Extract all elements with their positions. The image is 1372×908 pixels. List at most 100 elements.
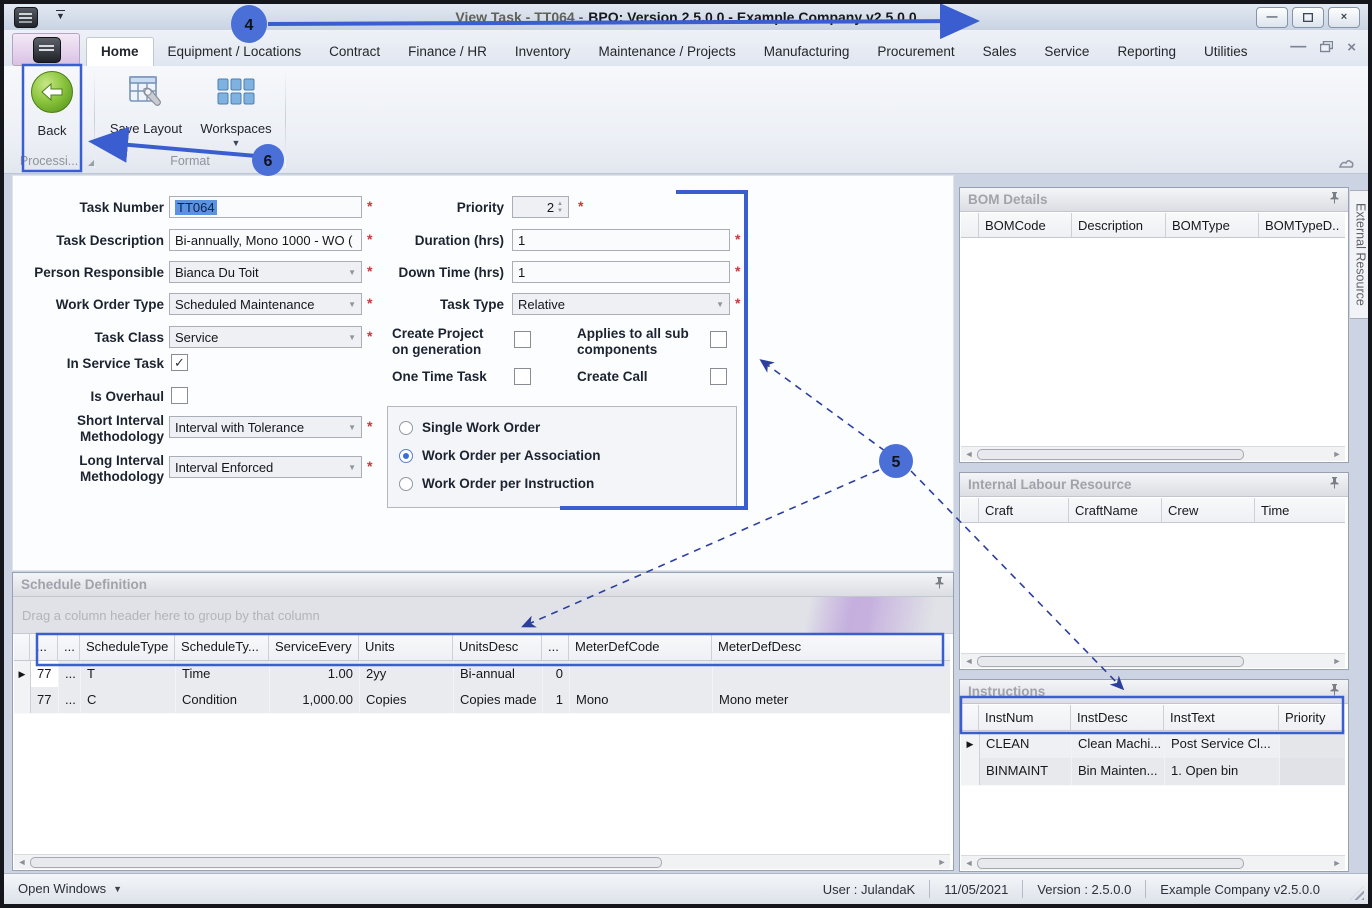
column-header-meterdefdesc[interactable]: MeterDefDesc [712,634,950,660]
task-class-combo[interactable]: Service ▼ [169,326,362,348]
tab-maintenance-projects[interactable]: Maintenance / Projects [584,38,749,66]
task-description-input[interactable]: Bi-annually, Mono 1000 - WO ( [169,229,362,251]
create-project-checkbox[interactable] [514,331,531,348]
column-header-unitsdesc[interactable]: UnitsDesc [453,634,542,660]
radio-work-order-per-instruction[interactable]: Work Order per Instruction [399,476,594,491]
external-resource-tab[interactable]: External Resource [1350,190,1368,319]
row-indicator [961,758,980,785]
labour-horizontal-scrollbar[interactable]: ◄ ► [961,653,1345,668]
tab-equipment-locations[interactable]: Equipment / Locations [154,38,316,66]
column-header-bomtypedesc[interactable]: BOMTypeD.. [1259,213,1345,237]
instructions-row-1[interactable]: ▶ CLEAN Clean Machi... Post Service Cl..… [961,731,1345,759]
column-header-instdesc[interactable]: InstDesc [1071,705,1164,730]
tab-home[interactable]: Home [86,37,154,66]
scrollbar-thumb[interactable] [977,857,1244,869]
maximize-button[interactable] [1292,7,1324,28]
pin-icon[interactable] [1329,477,1340,492]
column-header-scheduletydesc[interactable]: ScheduleTy... [175,634,269,660]
scrollbar-thumb[interactable] [30,856,662,868]
tab-service[interactable]: Service [1030,38,1103,66]
tab-reporting[interactable]: Reporting [1103,38,1190,66]
tab-manufacturing[interactable]: Manufacturing [750,38,864,66]
column-header-craft[interactable]: Craft [979,498,1069,522]
scroll-right-icon[interactable]: ► [1329,656,1345,666]
column-header[interactable]: ... [58,634,80,660]
save-layout-button[interactable]: Save Layout [104,73,188,136]
group-dialog-launcher-icon[interactable]: ◢ [88,158,94,167]
tab-finance-hr[interactable]: Finance / HR [394,38,501,66]
minimize-button[interactable]: — [1256,7,1288,28]
column-header-serviceevery[interactable]: ServiceEvery [269,634,359,660]
scrollbar-thumb[interactable] [977,448,1244,460]
pin-icon[interactable] [1329,684,1340,699]
resize-grip[interactable] [1350,886,1364,900]
radio-single-work-order[interactable]: Single Work Order [399,420,540,435]
create-call-checkbox[interactable] [710,368,727,385]
bom-horizontal-scrollbar[interactable]: ◄ ► [961,446,1345,461]
scroll-right-icon[interactable]: ► [934,857,950,867]
short-interval-methodology-combo[interactable]: Interval with Tolerance ▼ [169,416,362,438]
scroll-left-icon[interactable]: ◄ [961,858,977,868]
back-button[interactable]: Back [26,71,78,138]
schedule-horizontal-scrollbar[interactable]: ◄ ► [14,854,950,869]
one-time-task-checkbox[interactable] [514,368,531,385]
bom-details-title: BOM Details [960,188,1348,212]
column-header-instnum[interactable]: InstNum [979,705,1071,730]
mdi-minimize-button[interactable]: — [1290,38,1306,56]
scroll-left-icon[interactable]: ◄ [961,656,977,666]
task-type-combo[interactable]: Relative ▼ [512,293,730,315]
schedule-row-1[interactable]: ▶ 77 ... T Time 1.00 2yy Bi-annual 0 [14,661,950,688]
pin-icon[interactable] [1329,192,1340,207]
tab-procurement[interactable]: Procurement [863,38,968,66]
radio-work-order-per-association[interactable]: Work Order per Association [399,448,601,463]
tab-contract[interactable]: Contract [315,38,394,66]
column-header-craftname[interactable]: CraftName [1069,498,1162,522]
long-interval-methodology-combo[interactable]: Interval Enforced ▼ [169,456,362,478]
schedule-row-2[interactable]: 77 ... C Condition 1,000.00 Copies Copie… [14,687,950,714]
column-header-priority[interactable]: Priority [1279,705,1345,730]
open-windows-button[interactable]: Open Windows ▼ [18,881,122,896]
tab-inventory[interactable]: Inventory [501,38,585,66]
application-menu-button[interactable] [12,33,80,66]
column-header-meterdefcode[interactable]: MeterDefCode [569,634,712,660]
person-responsible-combo[interactable]: Bianca Du Toit ▼ [169,261,362,283]
workspaces-button[interactable]: Workspaces ▼ [194,73,278,148]
applies-sub-checkbox[interactable] [710,331,727,348]
instructions-row-2[interactable]: BINMAINT Bin Mainten... 1. Open bin [961,758,1345,786]
close-button[interactable]: × [1328,7,1360,28]
scroll-left-icon[interactable]: ◄ [14,857,30,867]
scroll-right-icon[interactable]: ► [1329,858,1345,868]
spinner-arrows-icon[interactable]: ▲ ▼ [557,201,563,214]
column-header-insttext[interactable]: InstText [1164,705,1279,730]
scrollbar-thumb[interactable] [977,655,1244,667]
column-header[interactable]: ... [542,634,569,660]
mdi-restore-button[interactable] [1320,41,1334,53]
is-overhaul-checkbox[interactable] [171,387,188,404]
instructions-horizontal-scrollbar[interactable]: ◄ ► [961,855,1345,870]
column-header-bomtype[interactable]: BOMType [1166,213,1259,237]
column-header-units[interactable]: Units [359,634,453,660]
tab-utilities[interactable]: Utilities [1190,38,1262,66]
column-header-crew[interactable]: Crew [1162,498,1255,522]
ribbon-collapse-icon[interactable] [1338,156,1354,174]
column-header-bomcode[interactable]: BOMCode [979,213,1072,237]
down-time-input[interactable]: 1 [512,261,730,283]
column-header-scheduletype[interactable]: ScheduleType [80,634,175,660]
column-header-description[interactable]: Description [1072,213,1166,237]
in-service-task-label: In Service Task [66,356,164,371]
column-header[interactable]: ... [30,634,58,660]
work-order-type-combo[interactable]: Scheduled Maintenance ▼ [169,293,362,315]
schedule-definition-panel: Schedule Definition Drag a column header… [12,572,954,871]
scroll-left-icon[interactable]: ◄ [961,449,977,459]
priority-spinner[interactable]: 2 ▲ ▼ [512,196,569,218]
scroll-right-icon[interactable]: ► [1329,449,1345,459]
required-asterisk: * [367,295,373,311]
in-service-task-checkbox[interactable]: ✓ [171,354,188,371]
task-number-input[interactable]: TT064 [169,196,362,218]
column-header-time[interactable]: Time [1255,498,1345,522]
pin-icon[interactable] [934,577,945,592]
tab-sales[interactable]: Sales [969,38,1031,66]
cell: Mono meter [719,692,789,707]
mdi-close-button[interactable]: × [1347,39,1356,56]
duration-input[interactable]: 1 [512,229,730,251]
